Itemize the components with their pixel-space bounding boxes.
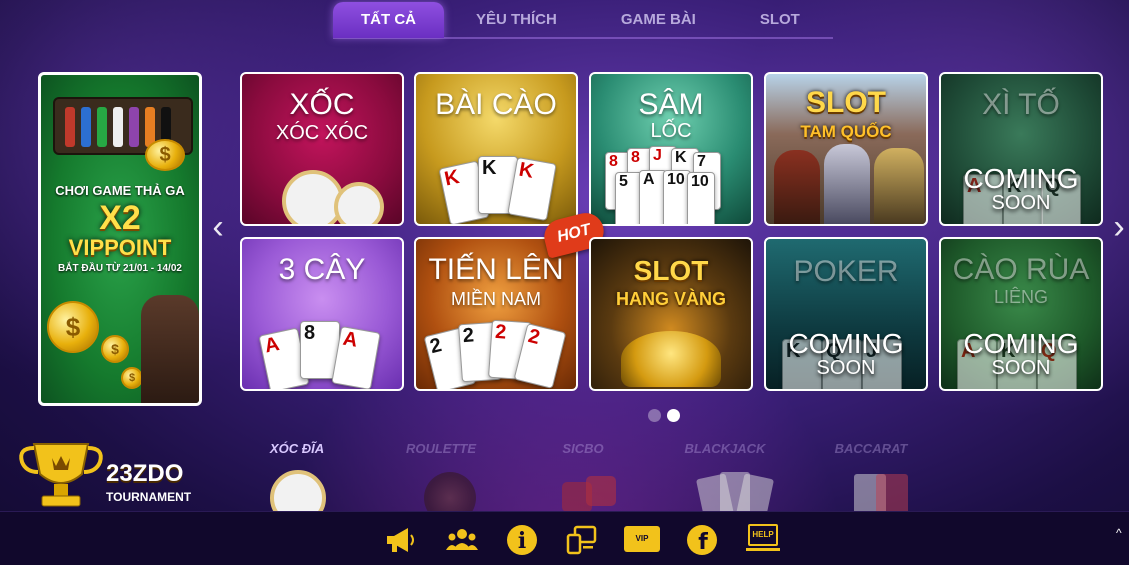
- trophy-icon[interactable]: [16, 440, 106, 510]
- game-tile-xoc-xoc[interactable]: XỐC XÓC XÓC: [240, 72, 404, 226]
- game-title: CÀO RÙA: [952, 253, 1090, 286]
- prev-arrow-button[interactable]: ‹: [208, 210, 228, 244]
- tournament-label: TOURNAMENT: [106, 490, 192, 504]
- coming-soon-label: COMING SOON: [963, 163, 1079, 215]
- tab-all[interactable]: TẤT CẢ: [333, 2, 444, 38]
- warrior-image: [874, 148, 924, 224]
- mini-game-label: XÓC ĐĨA: [269, 441, 325, 456]
- svg-text:f: f: [698, 530, 708, 555]
- hand-image: [141, 295, 199, 403]
- mini-game-xoc-dia[interactable]: XÓC ĐĨA: [242, 441, 352, 526]
- cards-image: 2 2 2 2: [416, 309, 576, 389]
- warrior-image: [774, 150, 820, 224]
- svg-text:i: i: [518, 528, 526, 554]
- game-subtitle: MIỀN NAM: [451, 289, 541, 309]
- game-title: POKER: [793, 255, 899, 288]
- mini-game-label: SICBO: [562, 441, 604, 456]
- promo-vippoint: VIPPOINT: [68, 235, 172, 260]
- page-dots: [648, 409, 680, 422]
- mini-game-sicbo[interactable]: SICBO: [528, 441, 638, 522]
- coming-soon-label: COMING SOON: [788, 328, 904, 380]
- game-title: SÂM: [638, 88, 704, 121]
- game-subtitle: HANG VÀNG: [615, 289, 726, 309]
- megaphone-icon[interactable]: [384, 524, 416, 556]
- game-title: 3 CÂY: [278, 253, 366, 286]
- game-tile-xi-to[interactable]: XÌ TỐ A K Q COMING SOON: [939, 72, 1103, 226]
- page-dot-1[interactable]: [648, 409, 661, 422]
- promo-dates: BẮT ĐẦU TỪ 21/01 - 14/02: [58, 263, 182, 274]
- game-title: XỐC: [289, 88, 355, 121]
- tournament-name[interactable]: 23ZDO: [106, 460, 183, 488]
- gold-coin-icon: $: [121, 367, 143, 389]
- game-title: TIẾN LÊN: [428, 253, 564, 286]
- promo-multiplier: X2: [99, 199, 141, 237]
- game-tile-3-cay[interactable]: 3 CÂY A 8 A: [240, 237, 404, 391]
- vip-pass-icon[interactable]: VIP PASS: [624, 526, 660, 565]
- tab-favorites[interactable]: YÊU THÍCH: [444, 2, 589, 38]
- game-tile-tien-len-mien-nam[interactable]: TIẾN LÊN MIỀN NAM 2 2 2 2: [414, 237, 578, 391]
- next-arrow-button[interactable]: ›: [1109, 210, 1129, 244]
- gold-coin-icon: $: [101, 335, 129, 363]
- game-tile-cao-rua-lieng[interactable]: CÀO RÙA LIÊNG A K Q COMING SOON: [939, 237, 1103, 391]
- tab-slot[interactable]: SLOT: [728, 2, 832, 38]
- game-tile-slot-tam-quoc[interactable]: SLOT TAM QUỐC: [764, 72, 928, 226]
- mini-game-blackjack[interactable]: BLACKJACK: [670, 441, 780, 522]
- help-icon[interactable]: HELP: [746, 524, 780, 556]
- game-tile-bai-cao[interactable]: BÀI CÀO K K K: [414, 72, 578, 226]
- mini-game-roulette[interactable]: ROULETTE: [386, 441, 496, 524]
- game-subtitle: XÓC XÓC: [275, 122, 369, 144]
- bowl-icon: [334, 182, 384, 224]
- game-tile-slot-hang-vang[interactable]: SLOT HANG VÀNG: [589, 237, 753, 391]
- info-icon[interactable]: i: [506, 524, 538, 556]
- cards-image: 8 8 J K 7 5 A 10 10: [591, 144, 751, 224]
- promo-line-1: CHƠI GAME THẢ GA: [55, 183, 185, 198]
- gold-coin-icon: $: [47, 301, 99, 353]
- mini-game-label: BACCARAT: [834, 441, 908, 456]
- game-title: XÌ TỐ: [982, 88, 1060, 121]
- game-tile-sam-loc[interactable]: SÂM LỐC 8 8 J K 7 5 A 10 10: [589, 72, 753, 226]
- bottom-toolbar: i VIP PASS f HELP ^: [0, 511, 1129, 565]
- gold-coin-icon: $: [145, 139, 185, 171]
- game-title: BÀI CÀO: [435, 88, 557, 121]
- mini-game-label: BLACKJACK: [684, 441, 766, 456]
- game-subtitle: TAM QUỐC: [800, 122, 892, 141]
- tab-card-games[interactable]: GAME BÀI: [589, 2, 728, 38]
- users-icon[interactable]: [446, 524, 478, 556]
- game-title: SLOT: [633, 255, 709, 286]
- game-subtitle: LIÊNG: [993, 287, 1049, 307]
- promo-banner[interactable]: $ CHƠI GAME THẢ GA X2 VIPPOINT BẮT ĐẦU T…: [38, 72, 202, 406]
- coming-soon-label: COMING SOON: [963, 328, 1079, 380]
- cards-image: A 8 A: [242, 309, 402, 389]
- gold-treasure-image: [621, 331, 721, 387]
- game-title: SLOT: [806, 86, 886, 119]
- cards-image: K K K: [416, 144, 576, 224]
- warrior-image: [824, 144, 870, 224]
- chevron-up-icon[interactable]: ^: [1116, 526, 1122, 540]
- mini-game-baccarat[interactable]: BACCARAT: [816, 441, 926, 522]
- facebook-icon[interactable]: f: [686, 524, 718, 556]
- game-category-tabs: TẤT CẢ YÊU THÍCH GAME BÀI SLOT: [333, 2, 832, 38]
- mini-game-label: ROULETTE: [405, 441, 477, 456]
- game-tile-poker[interactable]: POKER K Q J COMING SOON: [764, 237, 928, 391]
- game-subtitle: LỐC: [650, 120, 692, 142]
- page-dot-2[interactable]: [667, 409, 680, 422]
- devices-icon[interactable]: [566, 524, 598, 556]
